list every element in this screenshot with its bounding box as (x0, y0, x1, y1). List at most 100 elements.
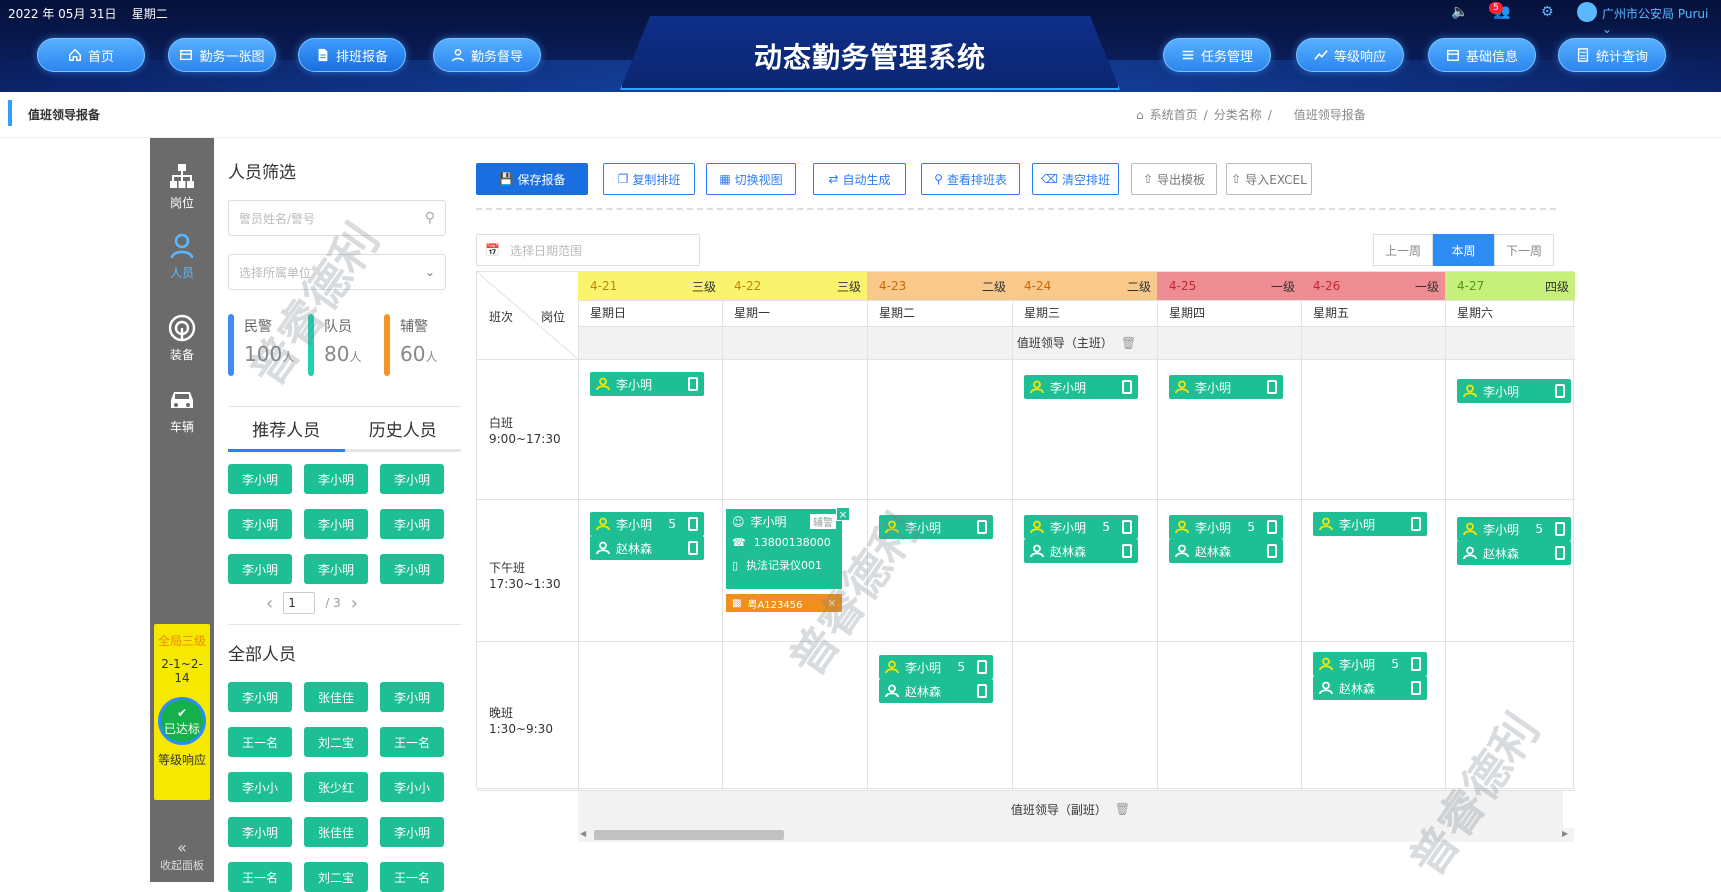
person-button[interactable]: 李小明 (380, 464, 444, 494)
unit-select[interactable]: 选择所属单位 ⌄ (228, 254, 446, 290)
close-icon[interactable]: × (836, 507, 850, 521)
person-button[interactable]: 刘二宝 (304, 862, 368, 892)
chevron-right-icon[interactable]: › (351, 593, 358, 614)
export-template-button[interactable]: ⇧ 导出模板 (1131, 163, 1217, 195)
date-range-input[interactable]: 📅 选择日期范围 (476, 234, 700, 266)
tab-history[interactable]: 历史人员 (345, 416, 462, 449)
phone-icon[interactable] (977, 520, 987, 534)
phone-icon[interactable] (688, 377, 698, 391)
tab-recommended[interactable]: 推荐人员 (228, 416, 345, 452)
person-button[interactable]: 王一名 (228, 862, 292, 892)
duty-card[interactable]: 李小明 (590, 372, 704, 396)
collapse-panel-button[interactable]: « 收起面板 (150, 838, 214, 873)
switch-view-button[interactable]: ▦ 切换视图 (706, 163, 796, 195)
phone-icon[interactable] (1411, 517, 1421, 531)
scroll-left-icon[interactable]: ◀ (580, 829, 586, 838)
sidebar-item-vehicle[interactable]: 车辆 (150, 386, 214, 435)
person-button[interactable]: 李小明 (304, 464, 368, 494)
phone-icon[interactable] (1122, 380, 1132, 394)
person-button[interactable]: 王一名 (380, 862, 444, 892)
scrollbar-thumb[interactable] (594, 830, 784, 840)
phone-icon[interactable] (1122, 520, 1132, 534)
duty-card[interactable]: 李小明 5 (1457, 517, 1571, 541)
duty-card[interactable]: 赵林森 (1024, 539, 1138, 563)
vehicle-tag[interactable]: ▩ 粤A123456 × (726, 594, 842, 612)
phone-icon[interactable] (688, 517, 698, 531)
phone-icon[interactable] (688, 541, 698, 555)
nav-statistics[interactable]: 统计查询 (1558, 38, 1666, 72)
duty-card[interactable]: 赵林森 (1457, 541, 1571, 565)
phone-icon[interactable] (977, 660, 987, 674)
this-week-button[interactable]: 本周 (1433, 234, 1494, 266)
duty-card[interactable]: 赵林森 (1169, 539, 1283, 563)
phone-icon[interactable] (1555, 522, 1565, 536)
breadcrumb-item[interactable]: 分类名称 (1214, 106, 1262, 123)
clear-schedule-button[interactable]: ⌫ 清空排班 (1032, 163, 1119, 195)
phone-icon[interactable] (1411, 681, 1421, 695)
phone-icon[interactable] (1555, 546, 1565, 560)
auto-generate-button[interactable]: ⇄ 自动生成 (813, 163, 906, 195)
person-button[interactable]: 张佳佳 (304, 817, 368, 847)
search-icon[interactable]: ⚲ (425, 210, 435, 226)
avatar[interactable] (1577, 2, 1597, 22)
breadcrumb-item[interactable]: 系统首页 (1150, 106, 1198, 123)
duty-card[interactable]: 李小明 5 (1169, 515, 1283, 539)
nav-duty-supervise[interactable]: 勤务督导 (433, 38, 541, 72)
prev-week-button[interactable]: 上一周 (1373, 234, 1433, 266)
person-button[interactable]: 李小明 (380, 509, 444, 539)
search-input[interactable]: 警员姓名/警号 ⚲ (228, 200, 446, 236)
nav-level-response[interactable]: 等级响应 (1296, 38, 1404, 72)
person-button[interactable]: 张少红 (304, 772, 368, 802)
import-excel-button[interactable]: ⇧ 导入EXCEL (1226, 163, 1312, 195)
duty-card[interactable]: 李小明 5 (1313, 652, 1427, 676)
duty-card[interactable]: 赵林森 (590, 536, 704, 560)
user-info[interactable]: 广州市公安局 Purui ⌄ (1602, 5, 1721, 36)
sidebar-item-equipment[interactable]: 装备 (150, 314, 214, 363)
person-detail-popup[interactable]: ☺ 李小明 辅警 ☎ 13800138000 ▯ 执法记录仪001 (726, 509, 842, 589)
person-button[interactable]: 李小明 (228, 554, 292, 584)
duty-card[interactable]: 赵林森 (1313, 676, 1427, 700)
nav-base-info[interactable]: 基础信息 (1428, 38, 1536, 72)
nav-duty-map[interactable]: 勤务一张图 (168, 38, 276, 72)
nav-schedule-report[interactable]: 排班报备 (298, 38, 406, 72)
duty-card[interactable]: 李小明 (1024, 375, 1138, 399)
duty-card[interactable]: 李小明 (1313, 512, 1427, 536)
person-button[interactable]: 刘二宝 (304, 727, 368, 757)
copy-schedule-button[interactable]: ❐ 复制排班 (603, 163, 695, 195)
page-input[interactable]: 1 (283, 592, 316, 614)
person-button[interactable]: 李小小 (228, 772, 292, 802)
person-button[interactable]: 王一名 (380, 727, 444, 757)
view-schedule-button[interactable]: ⚲ 查看排班表 (921, 163, 1020, 195)
person-button[interactable]: 王一名 (228, 727, 292, 757)
phone-icon[interactable] (1267, 520, 1277, 534)
person-button[interactable]: 李小小 (380, 772, 444, 802)
person-button[interactable]: 李小明 (380, 554, 444, 584)
phone-icon[interactable] (1555, 384, 1565, 398)
phone-icon[interactable] (1267, 380, 1277, 394)
next-week-button[interactable]: 下一周 (1494, 234, 1554, 266)
duty-card[interactable]: 李小明 (1169, 375, 1283, 399)
duty-card[interactable]: 李小明 (1457, 379, 1571, 403)
person-button[interactable]: 李小明 (380, 817, 444, 847)
person-button[interactable]: 李小明 (304, 509, 368, 539)
phone-icon[interactable] (977, 684, 987, 698)
phone-icon[interactable] (1122, 544, 1132, 558)
person-button[interactable]: 李小明 (380, 682, 444, 712)
phone-icon[interactable] (1411, 657, 1421, 671)
duty-card[interactable]: 李小明 5 (879, 655, 993, 679)
person-button[interactable]: 李小明 (228, 817, 292, 847)
duty-card[interactable]: 李小明 5 (1024, 515, 1138, 539)
sidebar-item-personnel[interactable]: 人员 (150, 232, 214, 281)
save-report-button[interactable]: 💾 保存报备 (476, 163, 588, 195)
person-button[interactable]: 李小明 (228, 464, 292, 494)
scroll-right-icon[interactable]: ▶ (1562, 829, 1568, 838)
person-button[interactable]: 李小明 (304, 554, 368, 584)
volume-icon[interactable]: 🔈 (1451, 4, 1468, 20)
person-button[interactable]: 李小明 (228, 682, 292, 712)
settings-icon[interactable]: ⚙ (1541, 4, 1554, 20)
phone-icon[interactable] (1267, 544, 1277, 558)
duty-card[interactable]: 赵林森 (879, 679, 993, 703)
person-button[interactable]: 张佳佳 (304, 682, 368, 712)
person-button[interactable]: 李小明 (228, 509, 292, 539)
duty-card[interactable]: 李小明 (879, 515, 993, 539)
